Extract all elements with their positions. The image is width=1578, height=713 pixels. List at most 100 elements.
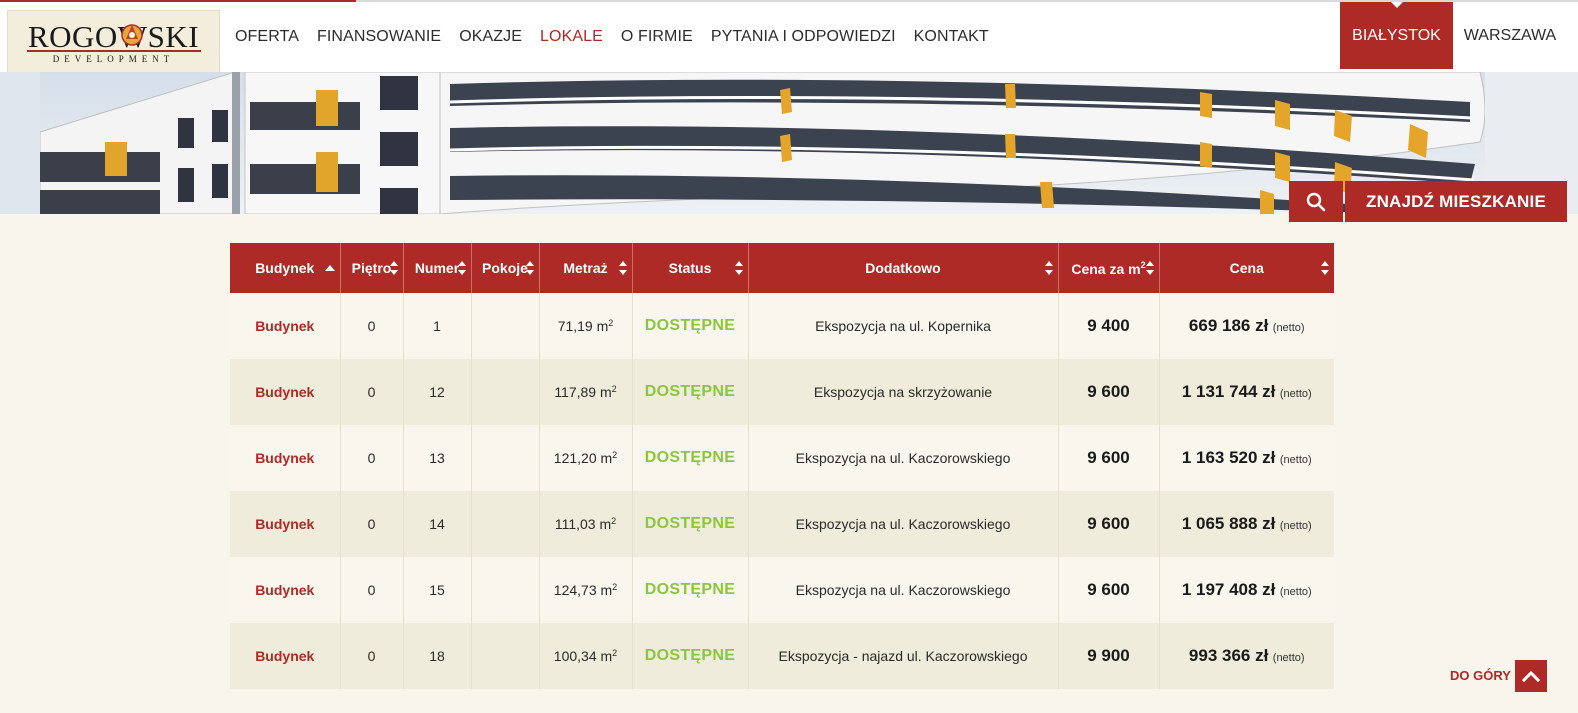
nav-item-okazje[interactable]: OKAZJE <box>450 28 531 52</box>
col-header-numer[interactable]: Numer <box>402 243 471 293</box>
metraz-value: 117,89 m <box>554 384 612 400</box>
chevron-up-icon <box>1522 670 1540 682</box>
cell-pietro: 0 <box>339 623 403 689</box>
metraz-value: 100,34 m <box>553 648 613 664</box>
cell-status: DOSTĘPNE <box>631 491 748 557</box>
cell-budynek[interactable]: Budynek <box>230 491 340 557</box>
cell-dodatkowo: Ekspozycja na ul. Kopernika <box>747 293 1058 359</box>
price-suffix: (netto) <box>1279 586 1312 598</box>
nav-item-pytania[interactable]: PYTANIA I ODPOWIEDZI <box>702 28 905 52</box>
logo[interactable]: ROGOWSKI DEVELOPMENT <box>7 10 220 73</box>
price-value: 1 197 408 zł <box>1181 580 1276 599</box>
sort-icon <box>389 261 398 275</box>
col-header-metraz[interactable]: Metraż <box>538 243 632 293</box>
cell-status: DOSTĘPNE <box>631 359 748 425</box>
sort-icon <box>457 261 466 275</box>
table-row[interactable]: Budynek 0 1 71,19 m2 DOSTĘPNE Ekspozycja na u… <box>230 293 1334 359</box>
price-value: 669 186 zł <box>1188 316 1269 335</box>
cell-budynek[interactable]: Budynek <box>230 557 340 623</box>
cell-pokoje <box>470 491 539 557</box>
find-apartment-button[interactable]: ZNAJDŹ MIESZKANIE <box>1345 181 1567 222</box>
back-to-top-button[interactable] <box>1515 660 1547 692</box>
cell-metraz: 71,19 m2 <box>538 293 632 359</box>
col-header-label: Pokoje <box>482 260 528 276</box>
cell-status: DOSTĘPNE <box>631 557 748 623</box>
col-header-label: Status <box>668 260 712 276</box>
search-icon <box>1306 192 1326 211</box>
superscript: 2 <box>611 516 617 526</box>
superscript: 2 <box>612 582 618 592</box>
col-header-label: Piętro <box>351 260 392 276</box>
cell-numer: 1 <box>402 293 471 359</box>
cell-pietro: 0 <box>339 557 403 623</box>
search-button[interactable] <box>1289 181 1343 222</box>
col-header-label: Metraż <box>563 260 608 276</box>
cell-metraz: 100,34 m2 <box>538 623 632 689</box>
metraz-value: 111,03 m <box>554 516 612 532</box>
back-to-top-label[interactable]: DO GÓRY <box>1450 668 1511 683</box>
cell-metraz: 117,89 m2 <box>538 359 632 425</box>
col-header-status[interactable]: Status <box>631 243 748 293</box>
col-header-cena-m2[interactable]: Cena za m2 <box>1057 243 1159 293</box>
price-suffix: (netto) <box>1272 652 1305 664</box>
col-header-pokoje[interactable]: Pokoje <box>470 243 539 293</box>
superscript: 2 <box>612 648 618 658</box>
table-row[interactable]: Budynek 0 14 111,03 m2 DOSTĘPNE Ekspozycja na… <box>230 491 1334 557</box>
nav-item-lokale[interactable]: LOKALE <box>531 28 612 52</box>
cell-cena: 993 366 zł (netto) <box>1158 623 1334 689</box>
cell-cena-m2: 9 600 <box>1057 557 1159 623</box>
col-header-pietro[interactable]: Piętro <box>339 243 403 293</box>
logo-divider <box>27 50 201 52</box>
cell-status: DOSTĘPNE <box>631 623 748 689</box>
superscript: 2 <box>608 318 614 328</box>
city-tab-bialystok[interactable]: BIAŁYSTOK <box>1340 2 1453 69</box>
col-header-budynek[interactable]: Budynek <box>230 243 340 293</box>
logo-tagline: DEVELOPMENT <box>52 54 175 64</box>
nav-item-finansowanie[interactable]: FINANSOWANIE <box>308 28 450 52</box>
metraz-value: 124,73 m <box>553 582 613 598</box>
table-row[interactable]: Budynek 0 12 117,89 m2 DOSTĘPNE Ekspozycja na… <box>230 359 1334 425</box>
cell-budynek[interactable]: Budynek <box>230 425 340 491</box>
cell-numer: 15 <box>402 557 471 623</box>
table-row[interactable]: Budynek 0 18 100,34 m2 DOSTĘPNE Ekspozycja - … <box>230 623 1334 689</box>
cell-status: DOSTĘPNE <box>631 425 748 491</box>
sort-icon <box>1321 261 1329 275</box>
city-tab-warszawa[interactable]: WARSZAWA <box>1455 2 1565 69</box>
sort-icon <box>525 261 534 275</box>
nav-item-oferta[interactable]: OFERTA <box>226 28 308 52</box>
cell-budynek[interactable]: Budynek <box>230 293 340 359</box>
nav-item-kontakt[interactable]: KONTAKT <box>905 28 998 52</box>
price-suffix: (netto) <box>1279 454 1312 466</box>
table-row[interactable]: Budynek 0 13 121,20 m2 DOSTĘPNE Ekspozycja na… <box>230 425 1334 491</box>
cell-cena: 1 197 408 zł (netto) <box>1158 557 1334 623</box>
price-value: 993 366 zł <box>1188 646 1269 665</box>
cell-pietro: 0 <box>339 425 403 491</box>
col-header-label: Dodatkowo <box>865 260 941 276</box>
nav-item-o-firmie[interactable]: O FIRMIE <box>612 28 702 52</box>
cell-pietro: 0 <box>339 293 403 359</box>
cell-cena-m2: 9 900 <box>1057 623 1159 689</box>
cell-dodatkowo: Ekspozycja na ul. Kaczorowskiego <box>747 557 1058 623</box>
cell-numer: 14 <box>402 491 471 557</box>
col-header-label: Numer <box>414 260 460 276</box>
price-suffix: (netto) <box>1272 322 1305 334</box>
cell-dodatkowo: Ekspozycja - najazd ul. Kaczorowskiego <box>747 623 1058 689</box>
col-header-cena[interactable]: Cena <box>1158 243 1334 293</box>
cell-budynek[interactable]: Budynek <box>230 359 340 425</box>
cell-cena-m2: 9 400 <box>1057 293 1159 359</box>
cell-pokoje <box>470 425 539 491</box>
sort-icon <box>1044 261 1053 275</box>
cell-budynek[interactable]: Budynek <box>230 623 340 689</box>
cell-status: DOSTĘPNE <box>631 293 748 359</box>
cell-cena: 1 065 888 zł (netto) <box>1158 491 1334 557</box>
col-header-dodatkowo[interactable]: Dodatkowo <box>747 243 1058 293</box>
metraz-value: 121,20 m <box>553 450 613 466</box>
cell-dodatkowo: Ekspozycja na ul. Kaczorowskiego <box>747 491 1058 557</box>
metraz-value: 71,19 m <box>557 318 609 334</box>
cell-cena-m2: 9 600 <box>1057 425 1159 491</box>
sort-icon <box>618 261 627 275</box>
price-suffix: (netto) <box>1279 388 1312 400</box>
table-row[interactable]: Budynek 0 15 124,73 m2 DOSTĘPNE Ekspozycja na… <box>230 557 1334 623</box>
cell-cena: 669 186 zł (netto) <box>1158 293 1334 359</box>
price-value: 1 131 744 zł <box>1181 382 1276 401</box>
